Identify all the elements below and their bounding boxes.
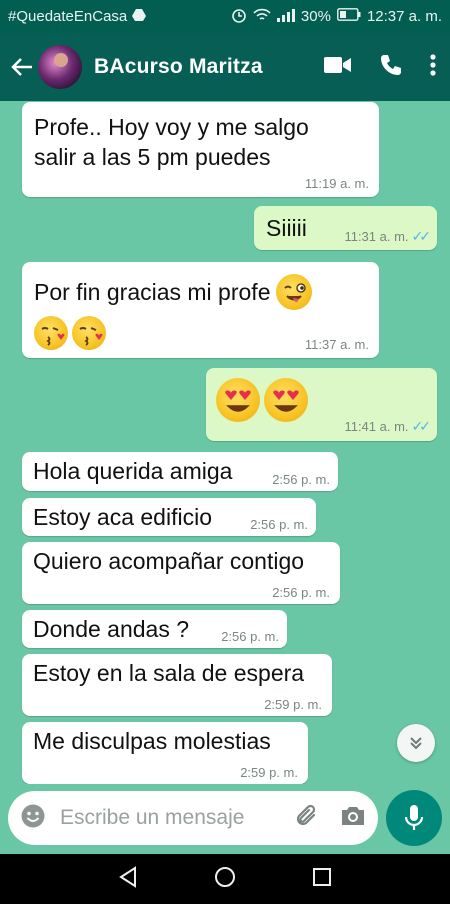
message-time: 2:59 p. m. [240, 765, 298, 780]
scroll-to-bottom-button[interactable] [397, 724, 435, 762]
message-text: salir a las 5 pm puedes [34, 144, 271, 170]
read-ticks-icon: ✓✓ [411, 418, 432, 434]
drive-icon [132, 8, 147, 25]
message-time: 2:56 p. m. [250, 517, 308, 532]
message-incoming[interactable]: Profe.. Hoy voy y me salgo salir a las 5… [22, 102, 379, 197]
alarm-icon [231, 7, 247, 27]
kissing-heart-emoji [34, 316, 68, 350]
nav-back-icon[interactable] [118, 865, 138, 893]
message-time: 2:56 p. m. [272, 472, 330, 487]
heart-eyes-emoji [264, 378, 308, 422]
system-nav-bar [0, 854, 450, 904]
attach-icon[interactable] [294, 803, 320, 834]
read-ticks-icon: ✓✓ [411, 228, 432, 244]
chat-header: BAcurso Maritza [0, 33, 450, 101]
message-text: Me disculpas molestias [33, 728, 271, 754]
battery-percent: 30% [300, 8, 331, 25]
message-input[interactable]: Escribe un mensaje [8, 791, 378, 845]
battery-icon [337, 8, 361, 25]
status-bar: #QuedateEnCasa 30% 12:37 a. m. [0, 0, 450, 33]
more-options-icon[interactable] [430, 53, 436, 81]
message-text: Donde andas ? [33, 616, 190, 642]
message-outgoing[interactable]: Siiiii 11:31 a. m. ✓✓ [254, 206, 437, 250]
message-time: 11:19 a. m. [304, 176, 369, 191]
signal-icon [276, 8, 295, 26]
contact-name[interactable]: BAcurso Maritza [94, 55, 263, 79]
message-time: 11:37 a. m. [304, 337, 369, 352]
nav-recents-icon[interactable] [312, 867, 332, 892]
message-time: 2:56 p. m. [272, 585, 330, 600]
message-text: Siiiii [266, 215, 307, 241]
chevrons-down-icon [410, 737, 422, 750]
nav-home-icon[interactable] [214, 866, 236, 893]
winking-tongue-emoji [276, 274, 313, 310]
contact-avatar[interactable] [38, 45, 82, 89]
message-outgoing[interactable]: 11:41 a. m. ✓✓ [206, 368, 437, 441]
message-text: Por fin gracias mi profe [34, 279, 271, 305]
heart-eyes-emoji [216, 378, 260, 422]
microphone-icon [404, 805, 424, 830]
message-incoming[interactable]: Quiero acompañar contigo 2:56 p. m. [22, 542, 340, 604]
message-time: 11:31 a. m. [344, 229, 409, 244]
message-incoming[interactable]: Donde andas ? 2:56 p. m. [22, 610, 287, 648]
camera-icon[interactable] [340, 805, 366, 832]
voice-record-button[interactable] [386, 790, 442, 846]
back-arrow-icon[interactable] [8, 47, 36, 87]
message-text: Profe.. Hoy voy y me salgo [34, 114, 309, 140]
kissing-heart-emoji [72, 316, 106, 350]
emoji-icon[interactable] [20, 803, 46, 834]
wifi-icon [253, 8, 271, 26]
status-time: 12:37 a. m. [366, 8, 442, 25]
message-time: 11:41 a. m. [344, 419, 409, 434]
message-text: Estoy aca edificio [33, 504, 212, 530]
phone-call-icon[interactable] [380, 54, 402, 81]
message-time: 2:59 p. m. [264, 697, 322, 712]
video-call-icon[interactable] [324, 56, 352, 79]
message-placeholder: Escribe un mensaje [60, 806, 245, 829]
message-incoming[interactable]: Estoy en la sala de espera 2:59 p. m. [22, 654, 332, 716]
message-text: Estoy en la sala de espera [33, 660, 305, 686]
status-hashtag: #QuedateEnCasa [8, 8, 128, 25]
chat-area[interactable]: Profe.. Hoy voy y me salgo salir a las 5… [0, 101, 450, 784]
message-text: Quiero acompañar contigo [33, 548, 305, 574]
message-incoming[interactable]: Estoy aca edificio 2:56 p. m. [22, 498, 316, 536]
message-incoming[interactable]: Por fin gracias mi profe 11:37 a. m. [22, 262, 379, 358]
message-text: Hola querida amiga [33, 458, 233, 484]
message-time: 2:56 p. m. [221, 629, 279, 644]
message-incoming[interactable]: Hola querida amiga 2:56 p. m. [22, 452, 338, 491]
message-incoming[interactable]: Me disculpas molestias 2:59 p. m. [22, 722, 308, 784]
